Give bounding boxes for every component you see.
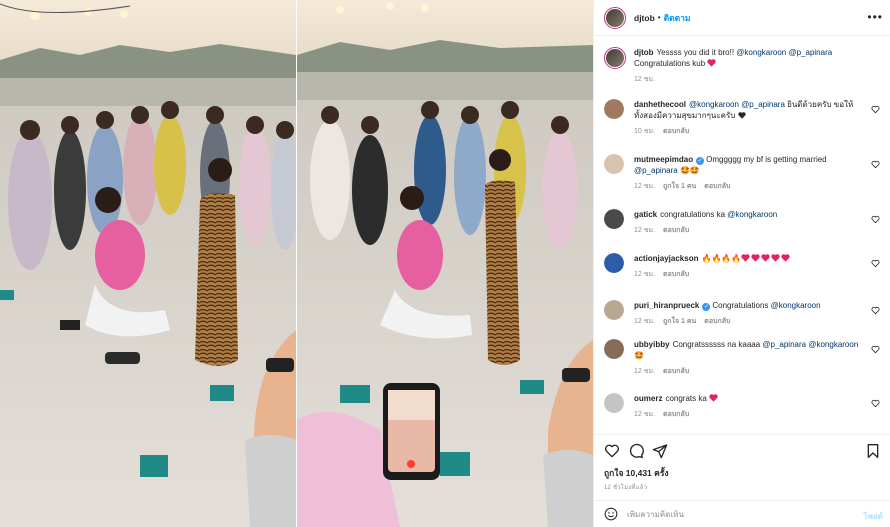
- comment-mention[interactable]: @p_apinara: [741, 100, 785, 109]
- comments-list[interactable]: djtob Yessss you did it bro!! @kongkaroon…: [594, 37, 890, 433]
- caption-username[interactable]: djtob: [634, 48, 654, 57]
- comment-input[interactable]: [627, 509, 847, 519]
- author-avatar[interactable]: [604, 6, 626, 29]
- comment-mention[interactable]: @p_apinara: [634, 166, 678, 175]
- reply-button[interactable]: ตอบกลับ: [663, 411, 689, 418]
- comment-like-heart-icon[interactable]: [871, 306, 880, 315]
- red-heart-emoji-icon: [771, 254, 781, 263]
- comment-mention[interactable]: @kongkaroon: [727, 210, 777, 219]
- photo-frame-left: [0, 0, 299, 527]
- post-side-panel: djtob • ติดตาม ••• djtob Yessss you did i…: [593, 0, 890, 527]
- comment-time[interactable]: 12 ชม.: [634, 227, 655, 234]
- post-header: djtob • ติดตาม •••: [594, 0, 890, 36]
- caption-mention-p-apinara[interactable]: @p_apinara: [788, 48, 832, 57]
- comment-time[interactable]: 12 ชม.: [634, 411, 655, 418]
- verified-badge-icon: ✓: [696, 157, 705, 165]
- red-heart-emoji-icon: [741, 254, 751, 263]
- reply-button[interactable]: ตอบกลับ: [663, 128, 689, 135]
- comment-text: Congratulations: [712, 301, 771, 310]
- caption-avatar[interactable]: [604, 47, 626, 69]
- comment-avatar[interactable]: [604, 339, 624, 359]
- comment-username[interactable]: puri_hiranprueck: [634, 301, 699, 310]
- comment-like-heart-icon[interactable]: [871, 399, 880, 408]
- comment-text: Omggggg my bf is getting married: [706, 155, 827, 164]
- caption-text: Yessss you did it bro!!: [656, 48, 737, 57]
- comment-icon[interactable]: [628, 443, 644, 459]
- red-heart-emoji-icon: [709, 394, 719, 403]
- comment-time[interactable]: 12 ชม.: [634, 183, 655, 190]
- comment-mention[interactable]: @kongkaroon: [808, 340, 858, 349]
- red-heart-emoji-icon: [751, 254, 761, 263]
- caption-mention-kongkaroon[interactable]: @kongkaroon: [736, 48, 786, 57]
- reply-button[interactable]: ตอบกลับ: [663, 271, 689, 278]
- add-comment-bar: โพสต์: [594, 500, 890, 527]
- comment-mention[interactable]: @kongkaroon: [689, 100, 739, 109]
- post-comment-button[interactable]: โพสต์: [863, 510, 883, 523]
- comment-avatar[interactable]: [604, 393, 624, 413]
- verified-badge-icon: ✓: [702, 303, 711, 311]
- black-heart-emoji-icon: [738, 111, 746, 120]
- comment-like-heart-icon[interactable]: [871, 215, 880, 224]
- comment-time[interactable]: 12 ชม.: [634, 368, 655, 375]
- caption-time: 12 ชม.: [634, 76, 656, 83]
- post-media[interactable]: [0, 0, 593, 527]
- reply-button[interactable]: ตอบกลับ: [704, 183, 730, 190]
- reply-button[interactable]: ตอบกลับ: [704, 318, 730, 325]
- comment-mention[interactable]: @kongkaroon: [771, 301, 821, 310]
- comment-text: congratulations ka: [660, 210, 728, 219]
- red-heart-emoji-icon: [781, 254, 791, 263]
- comment-avatar[interactable]: [604, 209, 624, 229]
- comment-like-heart-icon[interactable]: [871, 160, 880, 169]
- reply-button[interactable]: ตอบกลับ: [663, 368, 689, 375]
- comment-time[interactable]: 12 ชม.: [634, 318, 655, 325]
- post-timestamp: 12 ชั่วโมงที่แล้ว: [604, 485, 648, 491]
- caption-text-2: Congratulations kub: [634, 59, 706, 68]
- comment-username[interactable]: danhethecool: [634, 100, 686, 109]
- bookmark-icon[interactable]: [865, 443, 881, 459]
- comment-time[interactable]: 10 ชม.: [634, 128, 655, 135]
- comment-username[interactable]: actionjayjackson: [634, 254, 698, 263]
- share-icon[interactable]: [652, 443, 668, 459]
- post-photo: [0, 0, 593, 527]
- comment-avatar[interactable]: [604, 154, 624, 174]
- comment-likes[interactable]: ถูกใจ 1 คน: [663, 318, 696, 325]
- comment-username[interactable]: ubbyibby: [634, 340, 670, 349]
- comment-like-heart-icon[interactable]: [871, 105, 880, 114]
- comment-avatar[interactable]: [604, 253, 624, 273]
- comment-username[interactable]: gatick: [634, 210, 657, 219]
- likes-count[interactable]: ถูกใจ 10,431 ครั้ง: [604, 466, 669, 480]
- separator-dot: •: [657, 13, 661, 22]
- comment-text: congrats ka: [665, 394, 710, 403]
- comment-text: 🔥🔥🔥🔥: [701, 254, 742, 263]
- comment-text: 🤩: [634, 351, 644, 360]
- like-heart-icon[interactable]: [604, 443, 620, 459]
- red-heart-emoji-icon: [707, 59, 717, 67]
- comment-like-heart-icon[interactable]: [871, 259, 880, 268]
- comment-likes[interactable]: ถูกใจ 1 คน: [663, 183, 696, 190]
- action-bar: ถูกใจ 10,431 ครั้ง 12 ชั่วโมงที่แล้ว: [594, 434, 890, 494]
- comment-username[interactable]: oumerz: [634, 394, 662, 403]
- comment-text: 🤩🤩: [677, 166, 700, 175]
- photo-frame-right: [297, 0, 593, 527]
- comment-avatar[interactable]: [604, 99, 624, 119]
- red-heart-emoji-icon: [761, 254, 771, 263]
- author-username[interactable]: djtob: [634, 13, 655, 23]
- comment-mention[interactable]: @p_apinara: [762, 340, 806, 349]
- comment-text: Congratssssss na kaaaa: [672, 340, 763, 349]
- comment-time[interactable]: 12 ชม.: [634, 271, 655, 278]
- reply-button[interactable]: ตอบกลับ: [663, 227, 689, 234]
- more-options-icon[interactable]: •••: [867, 10, 883, 24]
- follow-button[interactable]: ติดตาม: [664, 11, 691, 25]
- comment-like-heart-icon[interactable]: [871, 345, 880, 354]
- emoji-icon[interactable]: [604, 507, 618, 521]
- comment-avatar[interactable]: [604, 300, 624, 320]
- comment-username[interactable]: mutmeepimdao: [634, 155, 693, 164]
